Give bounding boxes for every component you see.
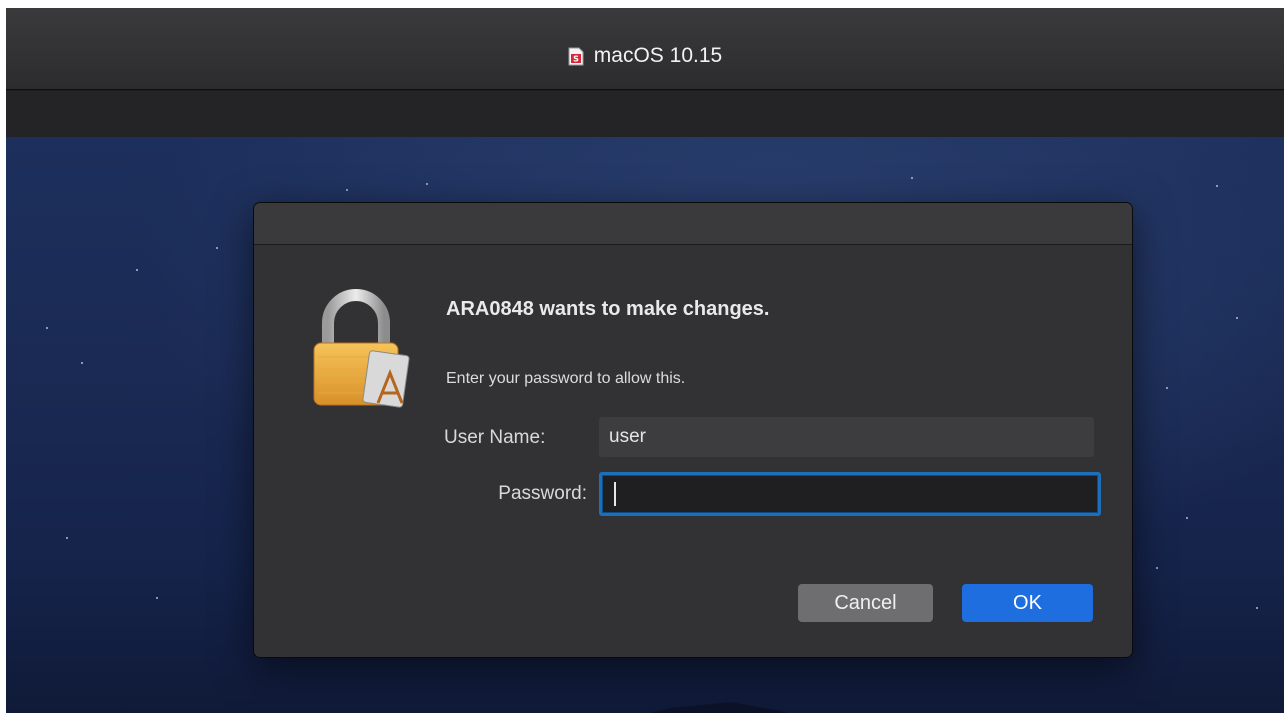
lock-icon xyxy=(313,289,410,408)
auth-dialog: ARA0848 wants to make changes. Enter you… xyxy=(253,202,1133,658)
dialog-heading: ARA0848 wants to make changes. xyxy=(446,298,770,320)
cancel-button[interactable]: Cancel xyxy=(798,584,933,622)
password-field[interactable] xyxy=(599,472,1101,516)
ok-button[interactable]: OK xyxy=(962,584,1093,622)
svg-text:S: S xyxy=(573,54,579,63)
username-value: user xyxy=(609,426,646,447)
window-title: macOS 10.15 xyxy=(593,44,723,67)
vm-screen: S macOS 10.15 ARA0848 wants to make chan… xyxy=(6,8,1284,713)
text-cursor xyxy=(614,482,616,506)
username-label: User Name: xyxy=(444,427,546,448)
mountain-silhouette xyxy=(566,702,866,713)
dialog-header xyxy=(254,203,1132,245)
window-titlebar: S macOS 10.15 xyxy=(6,8,1284,90)
window-toolbar xyxy=(6,91,1284,137)
dialog-subtext: Enter your password to allow this. xyxy=(446,370,686,387)
username-field[interactable]: user xyxy=(599,417,1094,457)
document-app-icon: S xyxy=(568,47,584,65)
password-label: Password: xyxy=(498,483,587,504)
window-title-group: S macOS 10.15 xyxy=(6,44,1284,68)
